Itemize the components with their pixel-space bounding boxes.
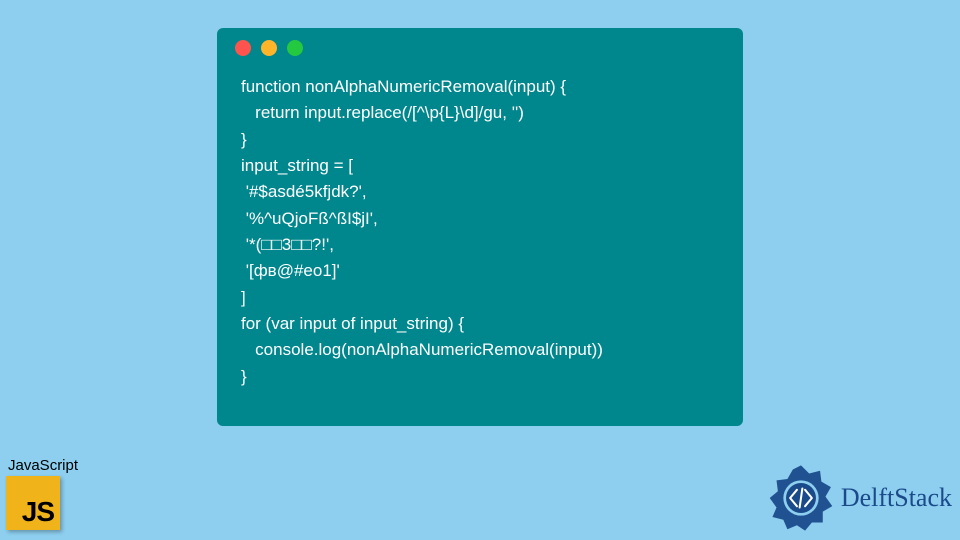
js-logo-icon: JS bbox=[6, 476, 60, 530]
close-icon bbox=[235, 40, 251, 56]
brand-mark-icon bbox=[767, 464, 835, 532]
brand-logo: DelftStack bbox=[767, 464, 952, 532]
minimize-icon bbox=[261, 40, 277, 56]
brand-name: DelftStack bbox=[841, 483, 952, 513]
js-logo-text: JS bbox=[22, 496, 54, 528]
maximize-icon bbox=[287, 40, 303, 56]
language-label: JavaScript bbox=[8, 457, 78, 474]
javascript-badge: JavaScript JS bbox=[6, 457, 78, 530]
code-window: function nonAlphaNumericRemoval(input) {… bbox=[217, 28, 743, 426]
window-titlebar bbox=[217, 28, 743, 68]
code-block: function nonAlphaNumericRemoval(input) {… bbox=[217, 68, 743, 410]
